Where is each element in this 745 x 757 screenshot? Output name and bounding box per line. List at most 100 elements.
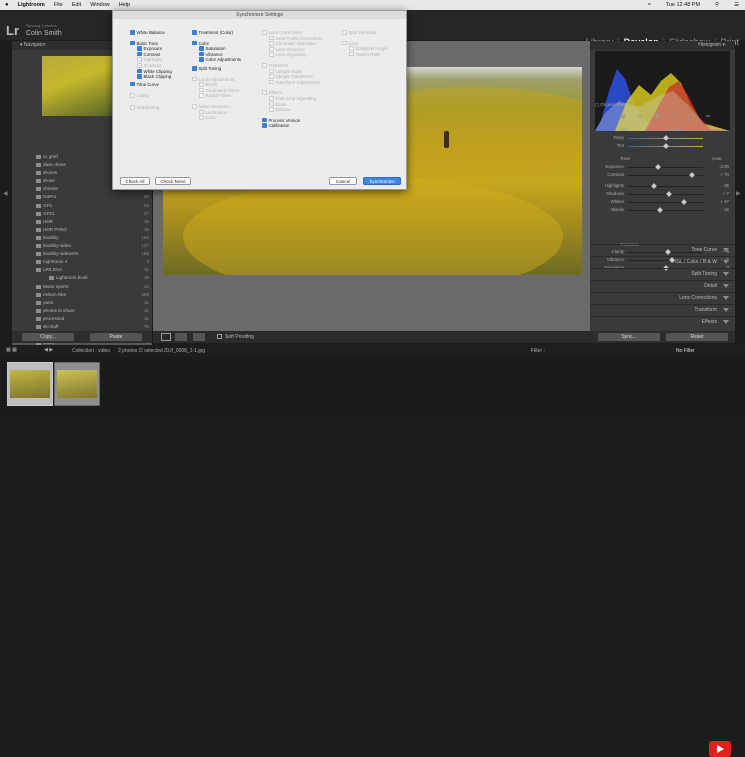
sync-button[interactable]: Sync... <box>598 333 660 341</box>
folder-row[interactable]: GoPro 40 <box>12 193 152 201</box>
panel-header[interactable]: HSL / Color / B & W <box>590 256 735 266</box>
wb-row[interactable]: WB : As Shot <box>620 127 730 132</box>
apple-icon[interactable]: ● <box>5 2 9 8</box>
slider-value[interactable]: - 35 <box>709 183 729 188</box>
red-eye-icon[interactable]: ◉ <box>654 113 659 121</box>
back-arrow-icon[interactable]: ◀ ▶ <box>44 347 53 353</box>
slider-knob[interactable] <box>665 191 672 197</box>
filmstrip-thumbnail[interactable] <box>54 362 100 406</box>
before-after-icon[interactable] <box>175 333 187 341</box>
spot-removal-icon[interactable]: ◎ <box>637 113 642 121</box>
folder-row[interactable]: HDR PANO 15 <box>12 226 152 234</box>
sync-option-checkbox[interactable]: Sharpening <box>130 105 159 111</box>
folder-row[interactable]: nelson hike 458 <box>12 291 152 299</box>
folder-row[interactable]: LR5 DSA 11 <box>12 266 152 274</box>
slider-knob[interactable] <box>663 135 669 141</box>
check-none-button[interactable]: Check None <box>155 177 191 185</box>
sync-option-checkbox[interactable]: Spot Removal <box>342 30 376 36</box>
loupe-view-icon[interactable] <box>161 333 171 341</box>
sync-option-checkbox[interactable]: White Balance <box>130 30 165 36</box>
sync-option-checkbox[interactable]: Transform Adjustments <box>269 80 320 86</box>
wb-value[interactable]: As Shot <box>668 127 683 132</box>
folder-row[interactable]: HDR 16 <box>12 218 152 226</box>
menu-list-icon[interactable]: ☰ <box>734 2 739 8</box>
panel-header[interactable]: Transform <box>590 304 735 314</box>
slider-track[interactable] <box>628 202 703 203</box>
auto-button[interactable]: Auto <box>712 156 721 161</box>
slider-knob[interactable] <box>651 183 658 189</box>
slider-value[interactable]: + 7 <box>709 191 729 196</box>
right-panel-toggle-icon[interactable]: ▶ <box>736 190 741 197</box>
slider-knob[interactable] <box>681 199 688 205</box>
filmstrip-thumbnail[interactable] <box>7 362 53 406</box>
sync-option-checkbox[interactable]: Dehaze <box>269 107 291 113</box>
folder-row[interactable]: photos to share 41 <box>12 307 152 315</box>
filmstrip-source[interactable]: Collection : video <box>72 348 110 354</box>
search-icon[interactable]: ⚲ <box>715 2 719 8</box>
folder-row[interactable]: ski stuff 75 <box>12 323 152 331</box>
slider-knob[interactable] <box>655 164 661 170</box>
panel-header[interactable]: Tone Curve <box>590 244 735 254</box>
slider-value[interactable]: + 47 <box>709 199 729 204</box>
filter-value[interactable]: No Filter <box>676 348 695 354</box>
sync-option-checkbox[interactable]: Clarity <box>130 93 149 99</box>
sync-option-checkbox[interactable]: Split Toning <box>192 66 221 72</box>
clock[interactable]: Tue 12:48 PM <box>666 2 700 8</box>
graduated-filter-icon[interactable]: ▭ <box>671 113 677 121</box>
compare-view-icon[interactable] <box>193 333 205 341</box>
slider-track[interactable] <box>628 186 703 187</box>
folder-row[interactable]: Lightroom 4 3 <box>12 258 152 266</box>
menu-app-name[interactable]: Lightroom <box>18 2 45 8</box>
menu-file[interactable]: File <box>54 2 63 8</box>
panel-header[interactable]: Lens Corrections <box>590 292 735 302</box>
sync-option-checkbox[interactable]: Calibration <box>262 123 290 129</box>
slider-value[interactable]: - 16 <box>709 207 729 212</box>
panel-header[interactable]: Detail <box>590 280 735 290</box>
folder-row[interactable]: GP11 27 <box>12 210 152 218</box>
sync-option-checkbox[interactable]: Black Clipping <box>137 74 171 80</box>
slider-knob[interactable] <box>663 143 669 149</box>
tint-slider[interactable]: Tint <box>590 142 735 151</box>
left-panel-toggle-icon[interactable]: ◀ <box>3 190 8 197</box>
crop-tool-icon[interactable]: ▦ <box>620 113 626 121</box>
adjustment-brush-icon[interactable]: ━ <box>706 113 710 121</box>
histogram-header[interactable]: Histogram ▾ <box>590 41 735 50</box>
folder-row[interactable]: landsky-video 127 <box>12 242 152 250</box>
filmstrip-view-icon[interactable]: ▦ ▦ <box>6 347 17 353</box>
sync-option-checkbox[interactable]: Treatment (Color) <box>192 30 233 36</box>
reset-button[interactable]: Reset <box>666 333 728 341</box>
slider-value[interactable]: -2.00 <box>709 164 729 169</box>
paste-button[interactable]: Paste <box>90 333 142 341</box>
sync-option-checkbox[interactable]: Color <box>199 115 216 121</box>
menu-help[interactable]: Help <box>119 2 130 8</box>
tone-slider[interactable]: Contrast + 70 <box>590 171 735 180</box>
sync-option-checkbox[interactable]: Lens Vignetting <box>269 52 306 58</box>
panel-header[interactable]: Effects <box>590 316 735 326</box>
menu-edit[interactable]: Edit <box>72 2 81 8</box>
folder-row[interactable]: Motor sports 13 <box>12 283 152 291</box>
slider-knob[interactable] <box>656 207 663 213</box>
folder-row[interactable]: processed 11 <box>12 315 152 323</box>
sync-option-checkbox[interactable]: Tone Curve <box>130 82 159 88</box>
folder-row[interactable]: Lightroom book 18 <box>12 274 152 282</box>
synchronize-button[interactable]: Synchronize <box>363 177 401 185</box>
slider-knob[interactable] <box>688 172 695 178</box>
copy-button[interactable]: Copy... <box>22 333 74 341</box>
menu-window[interactable]: Window <box>90 2 110 8</box>
sync-option-checkbox[interactable]: Aspect Ratio <box>349 52 380 58</box>
folder-row[interactable]: landsky-videostrs 166 <box>12 250 152 258</box>
folder-row[interactable]: parm 11 <box>12 299 152 307</box>
slider-track[interactable] <box>628 210 703 211</box>
check-all-button[interactable]: Check All <box>120 177 150 185</box>
slider-track[interactable] <box>628 167 703 168</box>
sync-option-checkbox[interactable]: Color Adjustments <box>199 57 241 63</box>
radial-filter-icon[interactable]: ◯ <box>688 113 695 121</box>
folder-row[interactable]: landsky 152 <box>12 234 152 242</box>
panel-header[interactable]: Split Toning <box>590 268 735 278</box>
slider-value[interactable]: + 70 <box>709 172 729 177</box>
cancel-button[interactable]: Cancel <box>329 177 357 185</box>
soft-proofing-checkbox[interactable] <box>217 334 222 339</box>
tone-slider[interactable]: Blacks - 16 <box>590 206 735 215</box>
sync-option-checkbox[interactable]: Radial Filters <box>199 93 231 99</box>
original-photo-checkbox[interactable]: ▢ Original Photo <box>595 102 628 108</box>
